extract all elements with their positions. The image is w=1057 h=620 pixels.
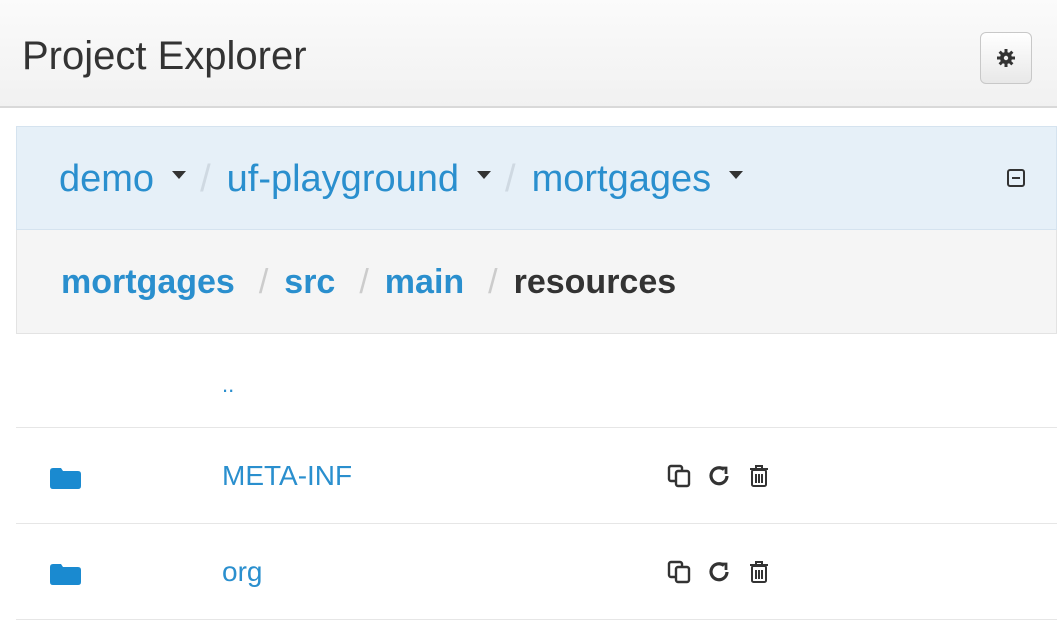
project-breadcrumb: demo / uf-playground / mortgages: [59, 127, 757, 231]
path-item-resources: resources: [513, 262, 677, 301]
delete-icon[interactable]: [746, 463, 772, 489]
rename-icon[interactable]: [706, 559, 732, 585]
folder-name[interactable]: META-INF: [222, 428, 352, 523]
copy-icon[interactable]: [666, 559, 692, 585]
settings-button[interactable]: [980, 32, 1032, 84]
rename-icon[interactable]: [706, 463, 732, 489]
breadcrumb-project[interactable]: mortgages: [532, 158, 712, 201]
folder-name[interactable]: org: [222, 524, 262, 619]
breadcrumb-separator: /: [200, 157, 211, 200]
chevron-down-icon[interactable]: [477, 171, 492, 179]
path-breadcrumb: mortgages / src / main / resources: [61, 230, 676, 334]
list-item[interactable]: org: [16, 524, 1057, 620]
path-item-src[interactable]: src: [284, 263, 335, 302]
path-item-mortgages[interactable]: mortgages: [61, 263, 235, 302]
delete-icon[interactable]: [746, 559, 772, 585]
row-actions: [666, 428, 786, 523]
list-item-up-dir[interactable]: ..: [16, 334, 1057, 428]
breadcrumb-separator: /: [258, 262, 269, 301]
path-breadcrumb-bar: mortgages / src / main / resources: [16, 230, 1057, 334]
chevron-down-icon[interactable]: [729, 171, 744, 179]
folder-icon: [50, 564, 81, 585]
breadcrumb-separator: /: [359, 262, 369, 301]
breadcrumb-separator: /: [488, 262, 498, 301]
list-item[interactable]: META-INF: [16, 428, 1057, 524]
up-dir-link[interactable]: ..: [222, 334, 234, 431]
project-breadcrumb-bar: demo / uf-playground / mortgages: [16, 126, 1057, 230]
breadcrumb-repository[interactable]: uf-playground: [227, 158, 459, 201]
gear-icon: [997, 49, 1015, 67]
file-listing: .. META-INF org: [16, 334, 1057, 620]
copy-icon[interactable]: [666, 463, 692, 489]
panel-header: Project Explorer: [0, 0, 1057, 108]
breadcrumb-org-unit[interactable]: demo: [59, 158, 154, 201]
chevron-down-icon[interactable]: [172, 171, 187, 179]
panel-title: Project Explorer: [22, 34, 307, 78]
row-actions: [666, 524, 786, 619]
folder-icon: [50, 468, 81, 489]
breadcrumb-separator: /: [505, 157, 516, 200]
collapse-icon[interactable]: [1007, 169, 1025, 187]
path-item-main[interactable]: main: [385, 263, 464, 302]
